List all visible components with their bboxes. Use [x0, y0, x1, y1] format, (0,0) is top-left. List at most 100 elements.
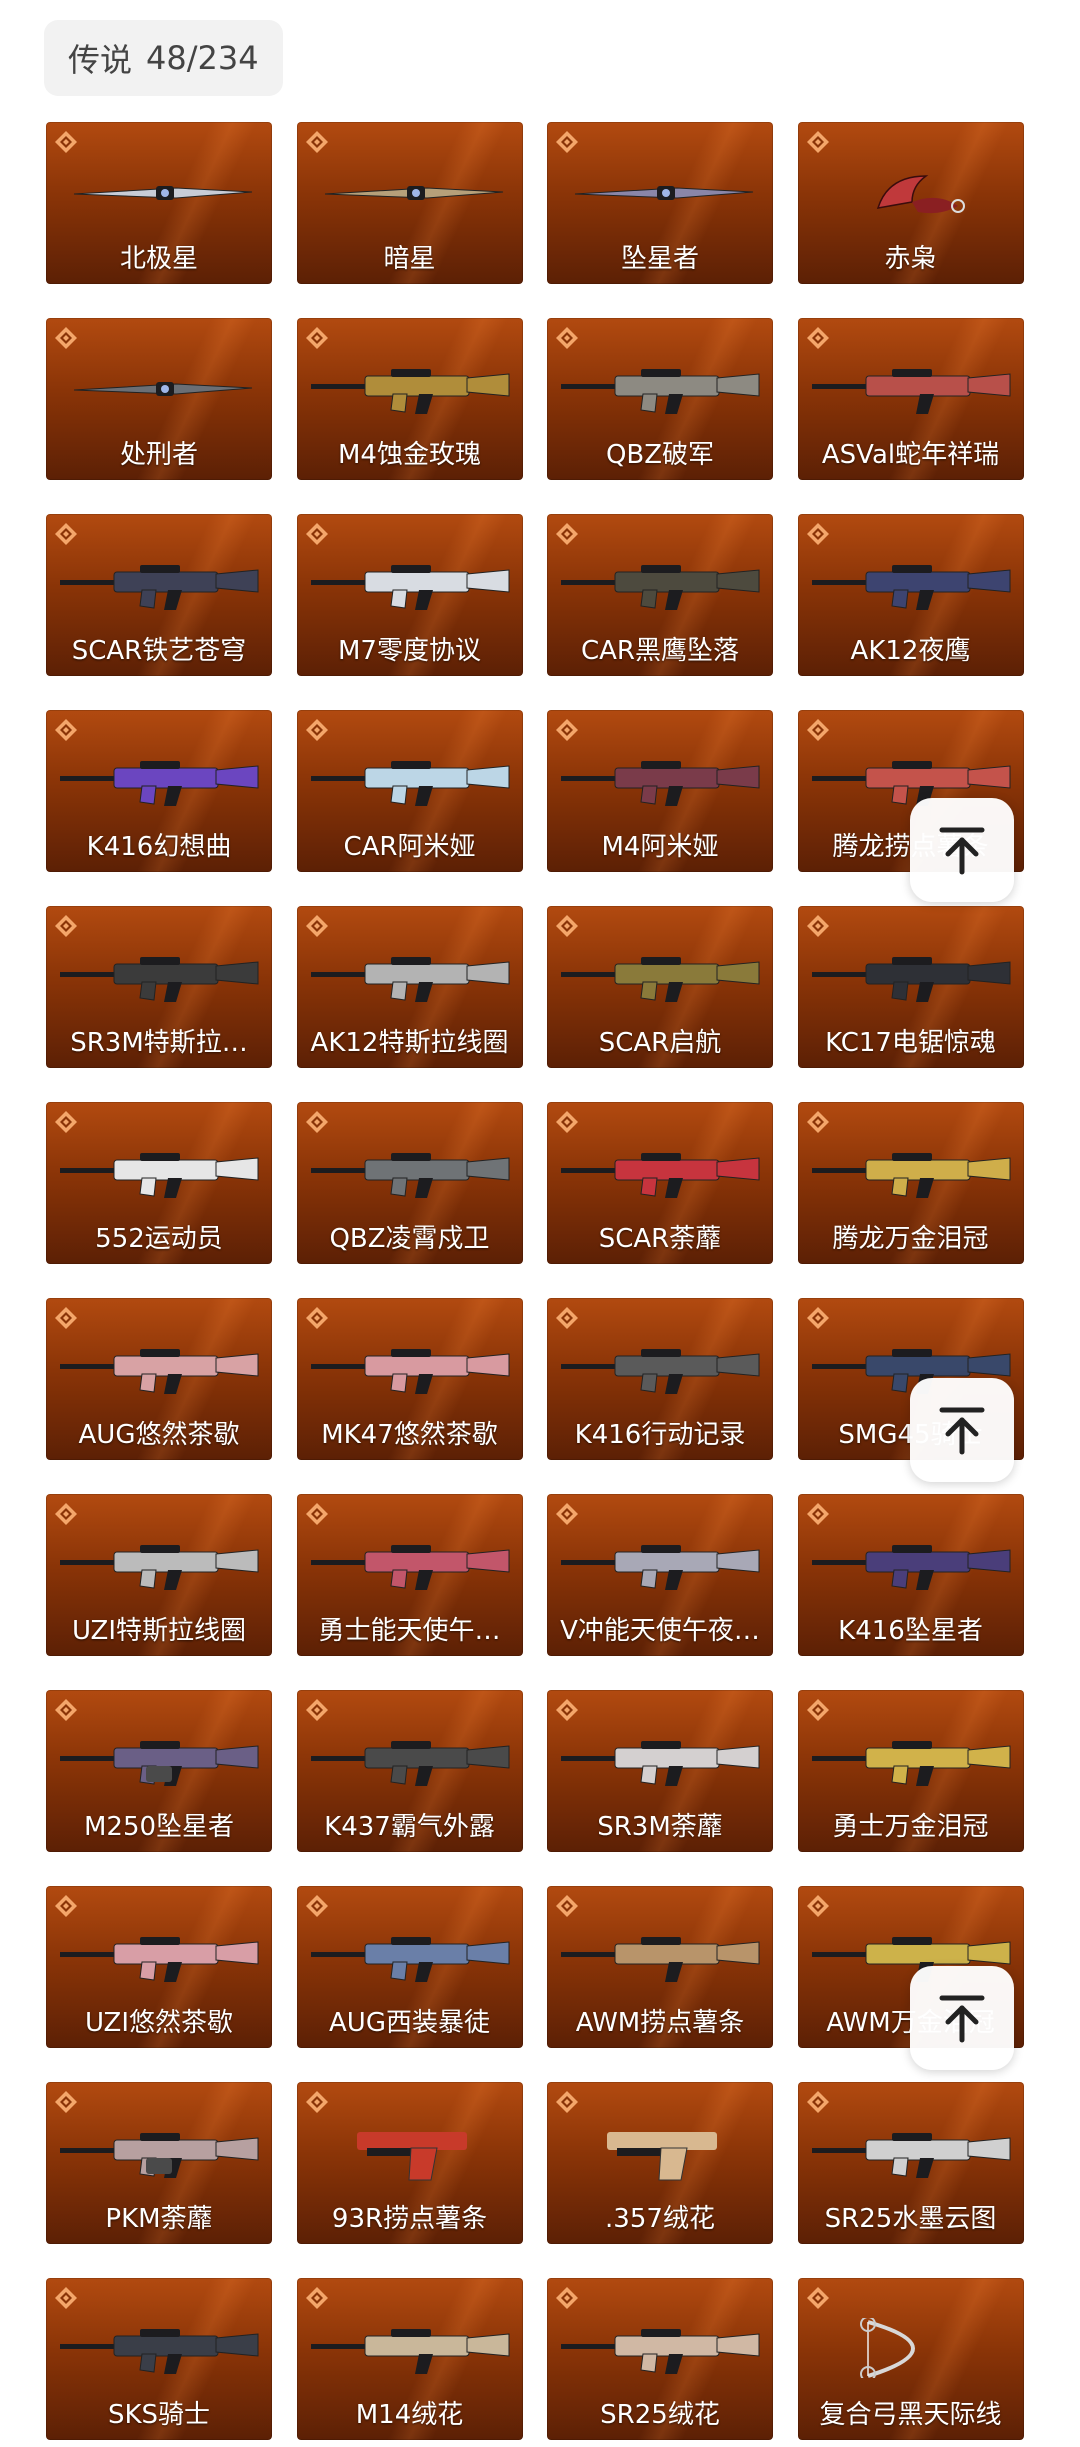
legendary-rank-icon: [806, 1111, 829, 1133]
weapon-skin-card[interactable]: K437霸气外露: [296, 1690, 523, 1852]
arrow-up-to-top-icon: [939, 1407, 985, 1455]
weapon-skin-card[interactable]: KC17电锯惊魂: [797, 906, 1024, 1068]
weapon-skin-name: SR3M特斯拉…: [70, 1028, 248, 1058]
legendary-rank-icon: [55, 1307, 77, 1329]
back-to-top-button[interactable]: [910, 1378, 1014, 1482]
weapon-image: [561, 1937, 760, 1982]
weapon-skin-card[interactable]: AUG西装暴徒: [296, 1886, 523, 2048]
weapon-skin-card[interactable]: QBZ凌霄戍卫: [296, 1102, 523, 1264]
weapon-skin-name: UZI特斯拉线圈: [71, 1616, 247, 1646]
weapon-image: [859, 2318, 915, 2378]
back-to-top-button[interactable]: [910, 1966, 1014, 2070]
weapon-skin-card[interactable]: 勇士万金泪冠: [797, 1690, 1024, 1852]
weapon-skin-card[interactable]: MK47悠然茶歇: [296, 1298, 523, 1460]
legendary-rank-icon: [55, 131, 77, 153]
weapon-skin-card[interactable]: SCAR铁艺苍穹: [46, 514, 272, 676]
weapon-skin-card[interactable]: AK12夜鹰: [797, 514, 1024, 676]
legendary-rank-icon: [806, 1895, 829, 1917]
weapon-image: [60, 1937, 259, 1982]
rarity-count-tag[interactable]: 传说 48/234: [44, 20, 283, 96]
weapon-skin-name: K416坠星者: [838, 1616, 983, 1646]
weapon-skin-name: SKS骑士: [107, 2400, 211, 2430]
weapon-skin-card[interactable]: ASVal蛇年祥瑞: [797, 318, 1024, 480]
weapon-skin-name: CAR黑鹰坠落: [580, 636, 739, 666]
weapon-skin-card[interactable]: 坠星者: [547, 122, 773, 284]
weapon-skin-name: AK12夜鹰: [850, 636, 971, 666]
weapon-skin-card[interactable]: CAR阿米娅: [296, 710, 523, 872]
weapon-image: [811, 565, 1010, 610]
weapon-skin-card[interactable]: V冲能天使午夜…: [547, 1494, 773, 1656]
weapon-skin-card[interactable]: 暗星: [296, 122, 523, 284]
weapon-skin-card[interactable]: 北极星: [46, 122, 272, 284]
weapon-skin-card[interactable]: SR3M特斯拉…: [46, 906, 272, 1068]
weapon-skin-card[interactable]: SCAR启航: [547, 906, 773, 1068]
legendary-rank-icon: [556, 2091, 578, 2113]
legendary-rank-icon: [305, 1699, 328, 1721]
weapon-image: [811, 1545, 1010, 1590]
weapon-image: [60, 1741, 259, 1786]
legendary-rank-icon: [806, 719, 829, 741]
weapon-skin-card[interactable]: 552运动员: [46, 1102, 272, 1264]
weapon-image: [310, 369, 509, 414]
weapon-skin-name: K416幻想曲: [86, 832, 232, 862]
legendary-rank-icon: [305, 2091, 328, 2113]
legendary-rank-icon: [806, 327, 829, 349]
weapon-skin-card[interactable]: K416幻想曲: [46, 710, 272, 872]
weapon-image: [310, 565, 509, 610]
weapon-image: [811, 2133, 1010, 2178]
weapon-skin-card[interactable]: UZI特斯拉线圈: [46, 1494, 272, 1656]
weapon-skin-card[interactable]: PKM荼蘼: [46, 2082, 272, 2244]
weapon-skin-name: AWM捞点薯条: [575, 2008, 745, 2038]
weapon-skin-name: V冲能天使午夜…: [560, 1616, 760, 1646]
legendary-rank-icon: [55, 1895, 77, 1917]
weapon-skin-card[interactable]: SR25绒花: [547, 2278, 773, 2440]
legendary-rank-icon: [556, 1503, 578, 1525]
weapon-skin-card[interactable]: M4蚀金玫瑰: [296, 318, 523, 480]
weapon-skin-card[interactable]: 复合弓黑天际线: [797, 2278, 1024, 2440]
weapon-skin-card[interactable]: M7零度协议: [296, 514, 523, 676]
weapon-skin-card[interactable]: M250坠星者: [46, 1690, 272, 1852]
weapon-image: [324, 186, 503, 200]
weapon-skin-card[interactable]: UZI悠然茶歇: [46, 1886, 272, 2048]
weapon-skin-card[interactable]: SR3M荼蘼: [547, 1690, 773, 1852]
legendary-rank-icon: [556, 327, 578, 349]
weapon-skin-name: 勇士万金泪冠: [832, 1812, 989, 1842]
weapon-skin-card[interactable]: AWM捞点薯条: [547, 1886, 773, 2048]
legendary-rank-icon: [806, 2287, 829, 2309]
legendary-rank-icon: [806, 1699, 829, 1721]
weapon-image: [811, 369, 1010, 414]
weapon-skin-card[interactable]: AUG悠然茶歇: [46, 1298, 272, 1460]
legendary-rank-icon: [55, 719, 77, 741]
weapon-image: [60, 1153, 259, 1198]
weapon-skin-card[interactable]: 腾龙万金泪冠: [797, 1102, 1024, 1264]
weapon-skin-card[interactable]: .357绒花: [547, 2082, 773, 2244]
weapon-skin-name: QBZ凌霄戍卫: [329, 1224, 490, 1254]
weapon-skin-card[interactable]: M4阿米娅: [547, 710, 773, 872]
weapon-skin-card[interactable]: QBZ破军: [547, 318, 773, 480]
weapon-skin-card[interactable]: K416坠星者: [797, 1494, 1024, 1656]
weapon-skin-card[interactable]: 处刑者: [46, 318, 272, 480]
weapon-image: [60, 957, 259, 1002]
weapon-skin-name: 处刑者: [119, 440, 198, 470]
legendary-rank-icon: [55, 1111, 77, 1133]
weapon-skin-card[interactable]: SKS骑士: [46, 2278, 272, 2440]
weapon-skin-card[interactable]: SCAR荼蘼: [547, 1102, 773, 1264]
back-to-top-button[interactable]: [910, 798, 1014, 902]
weapon-image: [561, 369, 760, 414]
weapon-image: [310, 761, 509, 806]
weapon-skin-card[interactable]: AK12特斯拉线圈: [296, 906, 523, 1068]
weapon-skin-card[interactable]: 赤枭: [797, 122, 1024, 284]
weapon-skin-grid: 北极星 暗星 坠星者 赤枭处刑者 M4蚀金玫瑰 QBZ破军 ASVal蛇年祥瑞 SCAR铁艺苍…: [46, 122, 1026, 2440]
weapon-skin-card[interactable]: M14绒花: [296, 2278, 523, 2440]
weapon-skin-card[interactable]: 93R捞点薯条: [296, 2082, 523, 2244]
weapon-image: [561, 1349, 760, 1394]
weapon-skin-name: M4阿米娅: [601, 832, 719, 862]
weapon-skin-card[interactable]: 勇士能天使午…: [296, 1494, 523, 1656]
weapon-skin-name: 勇士能天使午…: [318, 1616, 501, 1646]
weapon-skin-card[interactable]: K416行动记录: [547, 1298, 773, 1460]
weapon-image: [607, 2132, 717, 2181]
weapon-skin-card[interactable]: CAR黑鹰坠落: [547, 514, 773, 676]
weapon-skin-name: 552运动员: [95, 1224, 223, 1254]
weapon-skin-card[interactable]: SR25水墨云图: [797, 2082, 1024, 2244]
weapon-skin-name: 北极星: [119, 244, 198, 274]
